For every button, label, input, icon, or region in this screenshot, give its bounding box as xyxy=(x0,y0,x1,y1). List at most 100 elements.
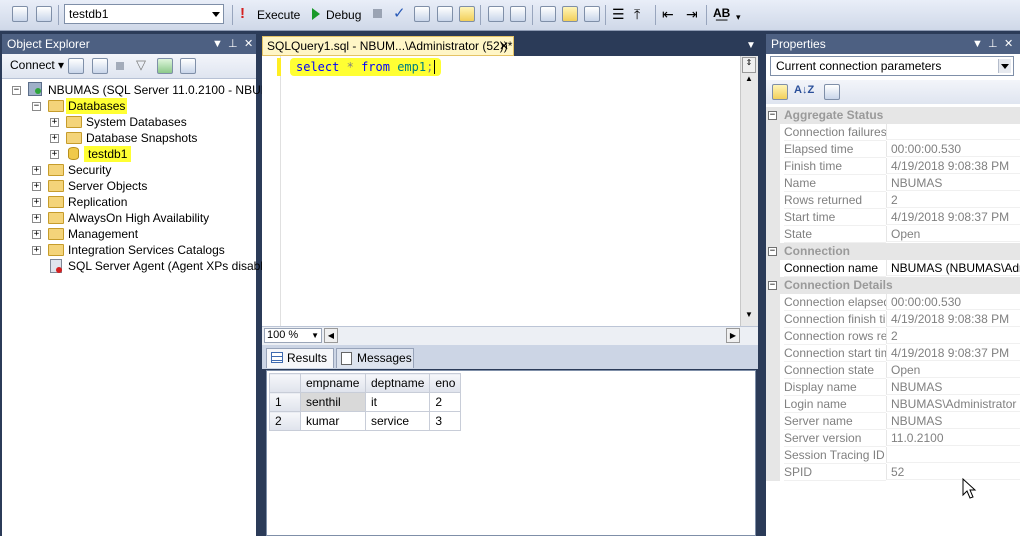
connect-button[interactable]: Connect ▾ xyxy=(10,58,64,72)
expand-icon[interactable]: + xyxy=(32,198,41,207)
scroll-down-icon[interactable]: ▼ xyxy=(742,310,756,324)
close-tab-icon[interactable]: ✕ xyxy=(499,37,509,55)
property-row[interactable]: Elapsed time 00:00:00.530 xyxy=(766,141,1020,158)
client-statistics-icon[interactable] xyxy=(540,6,556,22)
collapse-icon[interactable]: − xyxy=(768,111,777,120)
property-row[interactable]: Name NBUMAS xyxy=(766,175,1020,192)
property-row[interactable]: Login name NBUMAS\Administrator xyxy=(766,396,1020,413)
collapse-icon[interactable]: − xyxy=(768,247,777,256)
expand-icon[interactable]: + xyxy=(32,166,41,175)
table-cell[interactable]: 3 xyxy=(429,411,462,431)
uncomment-icon[interactable]: ⤒ xyxy=(634,6,640,23)
results-to-text-icon[interactable] xyxy=(562,6,578,22)
expand-icon[interactable]: + xyxy=(50,150,59,159)
table-cell[interactable]: service xyxy=(364,411,431,431)
property-row[interactable]: Rows returned 2 xyxy=(766,192,1020,209)
tab-list-dropdown-icon[interactable]: ▼ xyxy=(746,40,756,51)
refresh-icon[interactable] xyxy=(157,58,173,74)
disconnect-object-explorer-icon[interactable] xyxy=(92,58,108,74)
tab-sqlquery1[interactable]: SQLQuery1.sql - NBUM...\Administrator (5… xyxy=(262,36,514,56)
increase-indent-icon[interactable]: ⇥ xyxy=(686,6,698,23)
code-line[interactable]: select * from emp1; xyxy=(290,58,442,76)
parse-checkmark-icon[interactable]: ✓ xyxy=(393,4,406,22)
property-row[interactable]: Connection finish time4/19/2018 9:08:38 … xyxy=(766,311,1020,328)
scroll-up-icon[interactable]: ▲ xyxy=(742,74,756,88)
stop-icon[interactable] xyxy=(116,62,124,70)
editor-vertical-scrollbar[interactable]: ⇕ ▲ ▼ xyxy=(740,56,758,326)
filter-icon[interactable]: ▽ xyxy=(136,57,146,73)
results-to-grid-icon[interactable] xyxy=(459,6,475,22)
alphabetical-icon[interactable]: A↓Z xyxy=(794,84,814,96)
collapse-icon[interactable]: − xyxy=(12,86,21,95)
close-icon[interactable]: ✕ xyxy=(1004,34,1013,54)
property-row[interactable]: Connection state Open xyxy=(766,362,1020,379)
scroll-right-icon[interactable]: ▶ xyxy=(726,328,740,343)
category-aggregate-status[interactable]: − Aggregate Status xyxy=(766,107,1020,124)
pin-icon[interactable]: ⊥ xyxy=(228,34,238,54)
category-connection[interactable]: − Connection xyxy=(766,243,1020,260)
property-row[interactable]: State Open xyxy=(766,226,1020,243)
property-row[interactable]: Start time 4/19/2018 9:08:37 PM xyxy=(766,209,1020,226)
query-designer-icon[interactable] xyxy=(437,6,453,22)
column-header-empname[interactable]: empname xyxy=(300,373,366,393)
collapse-icon[interactable]: − xyxy=(768,281,777,290)
row-number[interactable]: 1 xyxy=(269,392,301,412)
decrease-indent-icon[interactable]: ⇤ xyxy=(662,6,674,23)
property-row[interactable]: Session Tracing ID xyxy=(766,447,1020,464)
expand-icon[interactable]: + xyxy=(32,230,41,239)
toolbar-overflow-icon[interactable]: ▾ xyxy=(736,12,741,23)
tab-results[interactable]: Results xyxy=(266,348,334,368)
split-icon[interactable]: ⇕ xyxy=(742,57,756,73)
object-selector[interactable]: Current connection parameters xyxy=(770,56,1014,76)
change-connection-icon[interactable] xyxy=(12,6,28,22)
scroll-left-icon[interactable]: ◀ xyxy=(324,328,338,343)
property-row[interactable]: Connection nameNBUMAS (NBUMAS\Administra… xyxy=(766,260,1020,277)
panel-dropdown-icon[interactable]: ▼ xyxy=(972,34,983,54)
property-row[interactable]: Connection elapsed time00:00:00.530 xyxy=(766,294,1020,311)
row-number[interactable]: 2 xyxy=(269,411,301,431)
execute-button[interactable]: Execute xyxy=(257,8,300,22)
property-row[interactable]: SPID 52 xyxy=(766,464,1020,481)
cancel-query-icon[interactable] xyxy=(373,9,382,18)
column-header-eno[interactable]: eno xyxy=(429,373,462,393)
property-row[interactable]: Server version 11.0.2100 xyxy=(766,430,1020,447)
expand-icon[interactable]: + xyxy=(50,118,59,127)
tab-messages[interactable]: Messages xyxy=(336,348,414,368)
category-connection-details[interactable]: − Connection Details xyxy=(766,277,1020,294)
column-header-deptname[interactable]: deptname xyxy=(364,373,431,393)
table-cell[interactable]: it xyxy=(364,392,431,412)
table-cell[interactable]: 2 xyxy=(429,392,462,412)
intellisense-icon[interactable] xyxy=(488,6,504,22)
display-plan-icon[interactable] xyxy=(414,6,430,22)
include-plan-icon[interactable] xyxy=(510,6,526,22)
property-pages-icon[interactable] xyxy=(824,84,840,100)
expand-icon[interactable]: + xyxy=(32,214,41,223)
property-row[interactable]: Connection failures xyxy=(766,124,1020,141)
panel-dropdown-icon[interactable]: ▼ xyxy=(212,34,223,54)
table-cell[interactable]: kumar xyxy=(300,411,366,431)
property-row[interactable]: Finish time 4/19/2018 9:08:38 PM xyxy=(766,158,1020,175)
corner-cell[interactable] xyxy=(269,373,301,393)
activity-monitor-icon[interactable] xyxy=(180,58,196,74)
pin-icon[interactable]: ⊥ xyxy=(988,34,998,54)
close-icon[interactable]: ✕ xyxy=(244,34,253,54)
expand-icon[interactable]: + xyxy=(32,246,41,255)
query-editor[interactable]: select * from emp1; ⇕ ▲ ▼ xyxy=(262,56,758,326)
property-row[interactable]: Connection rows returned2 xyxy=(766,328,1020,345)
expand-icon[interactable]: + xyxy=(50,134,59,143)
property-row[interactable]: Display name NBUMAS xyxy=(766,379,1020,396)
collapse-icon[interactable]: − xyxy=(32,102,41,111)
specify-values-icon[interactable]: A͟B xyxy=(713,6,730,20)
categorized-icon[interactable] xyxy=(772,84,788,100)
connect-object-explorer-icon[interactable] xyxy=(68,58,84,74)
results-to-file-icon[interactable] xyxy=(584,6,600,22)
comment-icon[interactable]: ☰ xyxy=(612,6,625,23)
zoom-selector[interactable]: 100 % ▼ xyxy=(264,328,322,343)
database-selector[interactable]: testdb1 xyxy=(64,4,224,24)
debug-button[interactable]: Debug xyxy=(326,8,361,22)
property-row[interactable]: Connection start time4/19/2018 9:08:37 P… xyxy=(766,345,1020,362)
table-cell[interactable]: senthil xyxy=(300,392,366,412)
disconnect-icon[interactable] xyxy=(36,6,52,22)
expand-icon[interactable]: + xyxy=(32,182,41,191)
property-row[interactable]: Server name NBUMAS xyxy=(766,413,1020,430)
